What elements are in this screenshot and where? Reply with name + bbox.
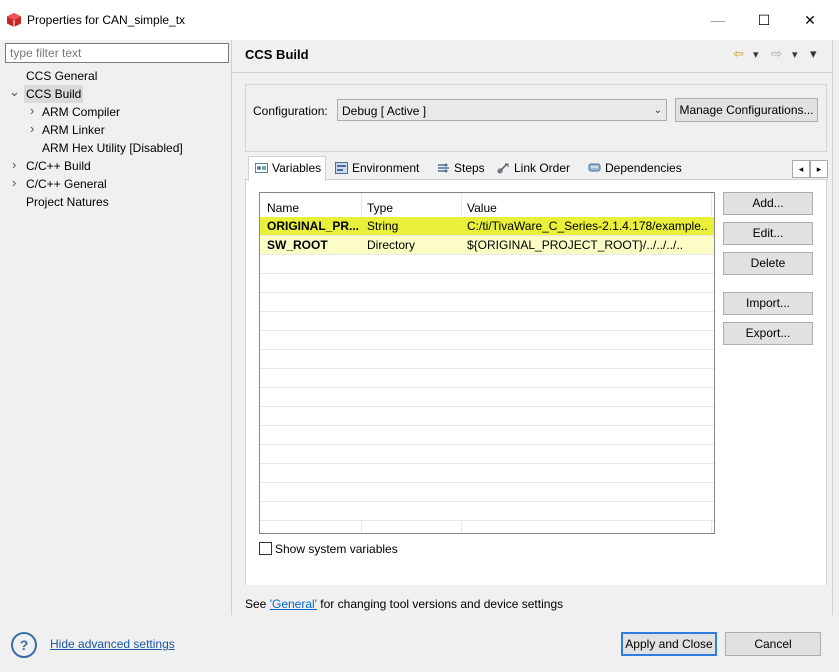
tab-link-order[interactable]: Link Order [497,157,570,179]
chevron-right-icon[interactable]: › [30,121,40,139]
back-arrow-icon[interactable]: ⇦ [733,46,744,62]
empty-row [260,255,714,274]
filter-input[interactable] [5,43,229,63]
add-button[interactable]: Add... [723,192,813,215]
environment-icon [335,162,348,174]
chevron-down-icon: ⌄ [653,105,662,116]
general-note: See 'General' for changing tool versions… [245,597,563,611]
tab-dependencies[interactable]: Dependencies [588,157,682,179]
cancel-button[interactable]: Cancel [725,632,821,656]
configuration-label: Configuration: [253,104,328,118]
view-menu-icon[interactable]: ▾ [810,46,817,62]
tree-item-arm-linker[interactable]: ARM Linker [42,121,105,139]
export-button[interactable]: Export... [723,322,813,345]
tree-item-cpp-general[interactable]: C/C++ General [26,175,107,193]
show-system-variables-label[interactable]: Show system variables [275,542,398,556]
configuration-select[interactable]: Debug [ Active ] ⌄ [337,99,667,121]
tab-environment[interactable]: Environment [335,157,419,179]
tab-scroll-right-button[interactable]: ▸ [810,160,828,178]
empty-row [260,369,714,388]
forward-arrow-icon[interactable]: ⇨ [771,46,782,62]
empty-row [260,350,714,369]
minimize-button[interactable]: — [703,8,733,32]
header-divider [232,72,832,73]
tab-variables[interactable]: Variables [248,156,326,181]
variables-icon [255,163,268,173]
empty-row [260,464,714,483]
cell-type: Directory [367,238,416,252]
tree-item-project-natures[interactable]: Project Natures [26,193,109,211]
chevron-right-icon[interactable]: › [12,175,22,193]
cell-value: ${ORIGINAL_PROJECT_ROOT}/../../../.. [467,238,684,252]
tree-item-arm-hex-utility[interactable]: ARM Hex Utility [Disabled] [42,139,183,157]
cell-name: SW_ROOT [267,238,328,252]
tab-label: Steps [454,161,485,175]
empty-row [260,388,714,407]
tree-item-cpp-build[interactable]: C/C++ Build [26,157,91,175]
tab-label: Environment [352,161,420,175]
empty-row [260,426,714,445]
show-system-variables-checkbox[interactable] [259,542,272,555]
table-row[interactable]: ORIGINAL_PR... String C:/ti/TivaWare_C_S… [260,217,714,236]
tree-item-arm-compiler[interactable]: ARM Compiler [42,103,120,121]
empty-row [260,293,714,312]
delete-button[interactable]: Delete [723,252,813,275]
maximize-button[interactable]: ☐ [749,8,779,32]
close-button[interactable]: ✕ [795,8,825,32]
tab-scroll-left-button[interactable]: ◂ [792,160,810,178]
cell-value: C:/ti/TivaWare_C_Series-2.1.4.178/exampl… [467,219,707,233]
empty-row [260,331,714,350]
note-suffix: for changing tool versions and device se… [316,597,564,611]
empty-row [260,407,714,426]
window-title: Properties for CAN_simple_tx [27,13,186,27]
window-edge [832,40,839,615]
chevron-right-icon[interactable]: › [12,157,22,175]
apply-and-close-button[interactable]: Apply and Close [621,632,717,656]
tab-label: Dependencies [605,161,682,175]
chevron-right-icon[interactable]: › [30,103,40,121]
forward-menu-icon[interactable]: ▾ [792,48,798,61]
steps-icon [438,163,449,173]
note-prefix: See [245,597,270,611]
empty-row [260,312,714,331]
cell-name: ORIGINAL_PR... [267,219,359,233]
variables-table[interactable]: Name Type Value ORIGINAL_PR... String C:… [259,192,715,534]
empty-row [260,445,714,464]
manage-configurations-button[interactable]: Manage Configurations... [675,98,818,122]
dependencies-icon [588,163,601,172]
empty-row [260,274,714,293]
help-icon[interactable]: ? [11,632,37,658]
back-menu-icon[interactable]: ▾ [753,48,759,61]
chevron-down-icon[interactable]: ⌄ [9,85,20,104]
link-order-icon [497,163,509,174]
empty-row [260,483,714,502]
edit-button[interactable]: Edit... [723,222,813,245]
general-link[interactable]: 'General' [270,597,317,611]
page-title: CCS Build [245,47,309,62]
tab-steps[interactable]: Steps [437,157,485,179]
tree-item-ccs-general[interactable]: CCS General [26,67,97,85]
import-button[interactable]: Import... [723,292,813,315]
configuration-value: Debug [ Active ] [342,104,427,118]
tree-item-ccs-build[interactable]: CCS Build [24,85,84,103]
cell-type: String [367,219,399,233]
empty-row [260,502,714,521]
tab-label: Variables [272,161,322,175]
package-icon [7,13,21,27]
tab-label: Link Order [514,161,571,175]
table-row[interactable]: SW_ROOT Directory ${ORIGINAL_PROJECT_ROO… [260,236,714,255]
hide-advanced-settings-link[interactable]: Hide advanced settings [50,637,175,651]
